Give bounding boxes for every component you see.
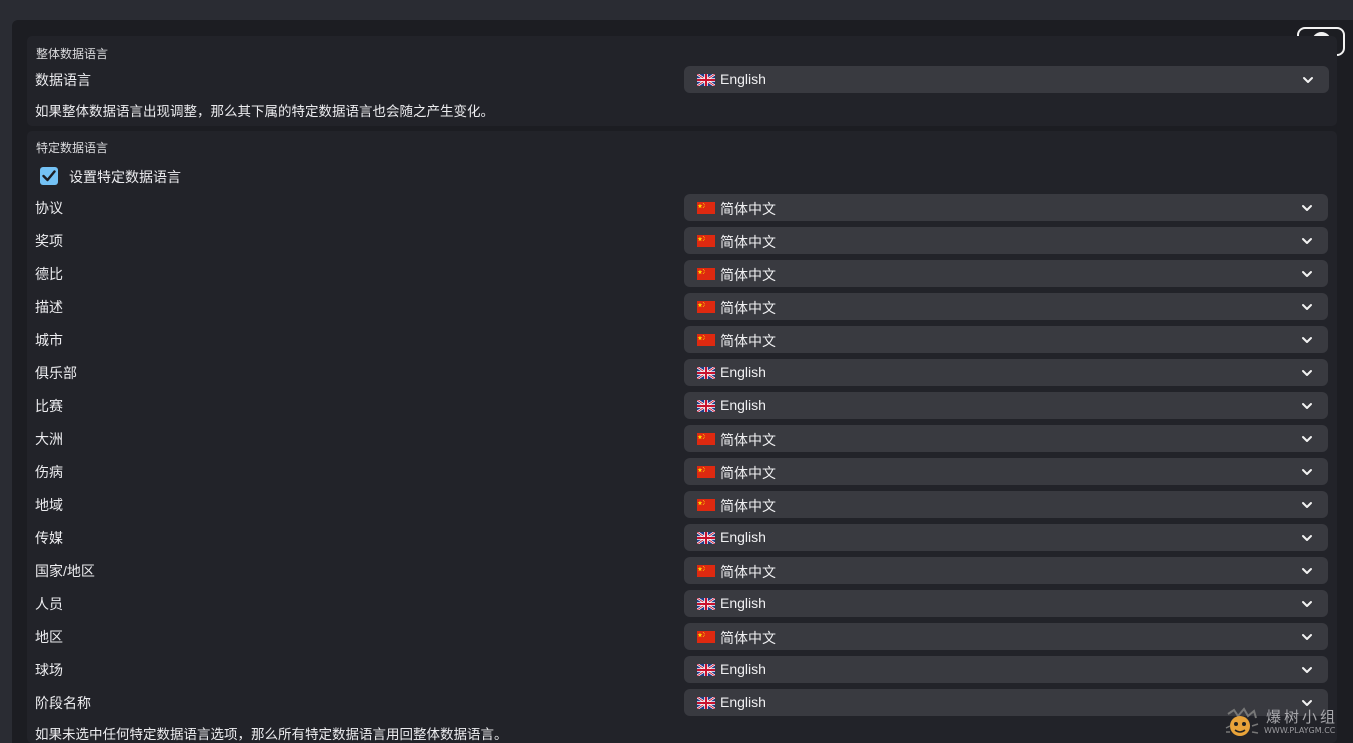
specific-language-label: 阶段名称: [35, 695, 91, 711]
specific-language-select[interactable]: 简体中文: [684, 194, 1328, 221]
specific-language-value: English: [720, 661, 766, 677]
specific-language-select[interactable]: 简体中文: [684, 557, 1328, 584]
specific-language-select[interactable]: 简体中文: [684, 425, 1328, 452]
specific-language-value: 简体中文: [720, 498, 776, 514]
specific-language-value: 简体中文: [720, 201, 776, 217]
specific-language-label: 大洲: [35, 431, 63, 447]
chevron-down-icon: [1302, 535, 1312, 541]
specific-language-label: 比赛: [35, 398, 63, 414]
specific-language-select[interactable]: English: [684, 359, 1328, 386]
specific-section-title: 特定数据语言: [36, 141, 109, 155]
chevron-down-icon: [1302, 205, 1312, 211]
chevron-down-icon: [1302, 337, 1312, 343]
watermark-url: WWW.PLAYGM.CC: [1264, 726, 1336, 735]
specific-language-label: 德比: [35, 266, 63, 282]
china-flag-icon: [697, 466, 715, 478]
specific-language-select[interactable]: 简体中文: [684, 326, 1328, 353]
china-flag-icon: [697, 499, 715, 511]
specific-language-value: English: [720, 364, 766, 380]
overall-section-title: 整体数据语言: [36, 47, 109, 61]
specific-language-select[interactable]: English: [684, 392, 1328, 419]
china-flag-icon: [697, 631, 715, 643]
specific-language-label: 国家/地区: [35, 563, 95, 579]
china-flag-icon: [697, 334, 715, 346]
china-flag-icon: [697, 433, 715, 445]
chevron-down-icon: [1302, 502, 1312, 508]
uk-flag-icon: [697, 697, 715, 709]
chevron-down-icon: [1302, 304, 1312, 310]
uk-flag-icon: [697, 532, 715, 544]
chevron-down-icon: [1302, 568, 1312, 574]
specific-language-label: 奖项: [35, 233, 63, 249]
chevron-down-icon: [1302, 238, 1312, 244]
specific-language-value: English: [720, 529, 766, 545]
china-flag-icon: [697, 268, 715, 280]
specific-language-value: English: [720, 397, 766, 413]
chevron-down-icon: [1303, 77, 1313, 83]
specific-language-label: 球场: [35, 662, 63, 678]
specific-language-value: 简体中文: [720, 432, 776, 448]
specific-language-label: 地域: [35, 497, 63, 513]
chevron-down-icon: [1302, 436, 1312, 442]
specific-language-label: 协议: [35, 200, 63, 216]
specific-language-select[interactable]: English: [684, 524, 1328, 551]
china-flag-icon: [697, 301, 715, 313]
specific-language-select[interactable]: 简体中文: [684, 227, 1328, 254]
set-specific-language-checkbox[interactable]: [40, 167, 58, 185]
specific-language-label: 城市: [35, 332, 63, 348]
specific-language-label: 伤病: [35, 464, 63, 480]
set-specific-language-label: 设置特定数据语言: [69, 169, 181, 185]
overall-language-label: 数据语言: [35, 72, 91, 88]
chevron-down-icon: [1302, 634, 1312, 640]
specific-language-select[interactable]: 简体中文: [684, 491, 1328, 518]
specific-hint-text: 如果未选中任何特定数据语言选项，那么所有特定数据语言用回整体数据语言。: [35, 727, 508, 742]
overall-language-select[interactable]: English: [684, 66, 1329, 93]
specific-language-value: English: [720, 595, 766, 611]
uk-flag-icon: [697, 400, 715, 412]
chevron-down-icon: [1302, 601, 1312, 607]
overall-hint-text: 如果整体数据语言出现调整，那么其下属的特定数据语言也会随之产生变化。: [35, 104, 494, 119]
specific-language-value: 简体中文: [720, 630, 776, 646]
chevron-down-icon: [1302, 370, 1312, 376]
specific-language-select[interactable]: 简体中文: [684, 260, 1328, 287]
specific-language-panel: 特定数据语言 设置特定数据语言 协议 简体中文 奖项 简体中文 德比 简体中文 描述 简体中文…: [27, 131, 1337, 743]
chevron-down-icon: [1302, 403, 1312, 409]
mascot-logo-icon: [1225, 707, 1259, 736]
specific-language-select[interactable]: 简体中文: [684, 458, 1328, 485]
specific-language-select[interactable]: 简体中文: [684, 623, 1328, 650]
uk-flag-icon: [697, 74, 715, 86]
specific-language-label: 描述: [35, 299, 63, 315]
overall-language-value: English: [720, 71, 766, 87]
specific-language-label: 传媒: [35, 530, 63, 546]
specific-language-select[interactable]: English: [684, 656, 1328, 683]
watermark: 爆树小组 WWW.PLAYGM.CC: [1222, 704, 1353, 743]
checkmark-icon: [42, 170, 56, 182]
uk-flag-icon: [697, 664, 715, 676]
specific-language-select[interactable]: English: [684, 590, 1328, 617]
specific-language-value: 简体中文: [720, 267, 776, 283]
chevron-down-icon: [1302, 469, 1312, 475]
specific-language-value: 简体中文: [720, 564, 776, 580]
specific-language-select[interactable]: 简体中文: [684, 293, 1328, 320]
watermark-text: 爆树小组: [1266, 708, 1339, 726]
uk-flag-icon: [697, 367, 715, 379]
specific-language-value: 简体中文: [720, 300, 776, 316]
specific-language-label: 人员: [35, 596, 63, 612]
chevron-down-icon: [1302, 271, 1312, 277]
specific-language-value: 简体中文: [720, 234, 776, 250]
specific-language-value: 简体中文: [720, 465, 776, 481]
uk-flag-icon: [697, 598, 715, 610]
china-flag-icon: [697, 202, 715, 214]
overall-language-panel: 整体数据语言 数据语言 English 如果整体数据语言出现调整，那么其下属的特…: [27, 36, 1337, 126]
specific-language-value: 简体中文: [720, 333, 776, 349]
specific-language-label: 地区: [35, 629, 63, 645]
chevron-down-icon: [1302, 667, 1312, 673]
china-flag-icon: [697, 565, 715, 577]
china-flag-icon: [697, 235, 715, 247]
specific-language-label: 俱乐部: [35, 365, 77, 381]
specific-language-value: English: [720, 694, 766, 710]
